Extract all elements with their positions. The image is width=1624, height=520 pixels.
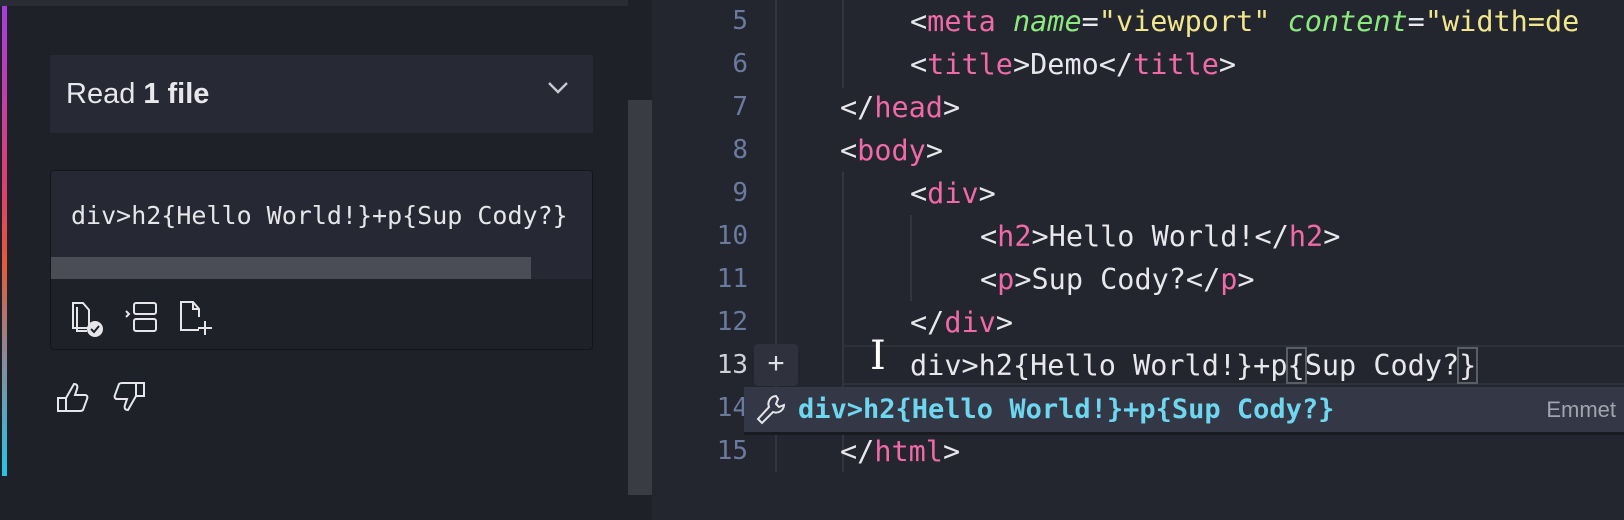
panel-top-bar bbox=[0, 0, 628, 6]
save-to-new-file-icon[interactable] bbox=[177, 299, 217, 339]
line-number: 9 bbox=[732, 178, 748, 208]
line-number: 6 bbox=[732, 49, 748, 79]
wrench-icon bbox=[754, 392, 790, 428]
thumbs-up-icon[interactable] bbox=[55, 380, 91, 414]
line-number: 15 bbox=[716, 436, 748, 466]
insert-at-cursor-icon[interactable] bbox=[123, 299, 163, 339]
line-number: 10 bbox=[716, 221, 748, 251]
suggestion-text: div>h2{Hello World!}+p{Sup Cody?} bbox=[798, 394, 1335, 425]
code-line-5: <meta name="viewport" content="width=de bbox=[910, 5, 1580, 38]
chevron-down-icon[interactable] bbox=[547, 81, 568, 99]
line-number: 14 bbox=[716, 393, 748, 423]
line-number: 5 bbox=[732, 6, 748, 36]
panel-scrollbar[interactable] bbox=[628, 100, 652, 495]
code-line-9: <div> bbox=[910, 177, 996, 210]
horizontal-scrollbar[interactable] bbox=[51, 257, 531, 279]
suggestion-source: Emmet bbox=[1546, 396, 1616, 422]
code-line-11: <p>Sup Cody?</p> bbox=[980, 263, 1255, 296]
code-line-10: <h2>Hello World!</h2> bbox=[980, 220, 1341, 253]
read-label: Read bbox=[66, 77, 136, 110]
indent-guide bbox=[842, 0, 844, 88]
text-cursor-icon: I bbox=[870, 333, 886, 379]
read-count: 1 file bbox=[143, 77, 210, 110]
code-editor[interactable]: 5 6 7 8 9 10 11 12 13 14 15 <meta name="… bbox=[652, 0, 1624, 520]
line-number: 8 bbox=[732, 135, 748, 165]
code-line-13[interactable]: div>h2{Hello World!}+p{Sup Cody?} bbox=[910, 344, 1479, 387]
chat-panel: Read 1 file div>h2{Hello World!}+p{Sup C… bbox=[0, 0, 652, 520]
line-number: 11 bbox=[716, 264, 748, 294]
gradient-accent-bar bbox=[2, 6, 7, 476]
autocomplete-suggestion[interactable]: div>h2{Hello World!}+p{Sup Cody?} Emmet bbox=[744, 387, 1624, 432]
code-block: div>h2{Hello World!}+p{Sup Cody?} bbox=[50, 170, 593, 350]
copy-icon[interactable] bbox=[69, 299, 109, 339]
code-snippet: div>h2{Hello World!}+p{Sup Cody?} bbox=[71, 201, 568, 230]
line-number: 13 bbox=[716, 350, 748, 380]
code-line-15: </html> bbox=[840, 435, 961, 468]
line-number: 12 bbox=[716, 307, 748, 337]
code-line-12: </div> bbox=[910, 306, 1013, 339]
code-line-7: </head> bbox=[840, 91, 961, 124]
code-line-8: <body> bbox=[840, 134, 943, 167]
indent-guide bbox=[910, 215, 912, 301]
thumbs-down-icon[interactable] bbox=[111, 380, 147, 414]
read-files-collapsible[interactable]: Read 1 file bbox=[50, 55, 593, 133]
line-number: 7 bbox=[732, 92, 748, 122]
code-line-6: <title>Demo</title> bbox=[910, 48, 1237, 81]
add-line-button[interactable]: + bbox=[754, 344, 798, 386]
